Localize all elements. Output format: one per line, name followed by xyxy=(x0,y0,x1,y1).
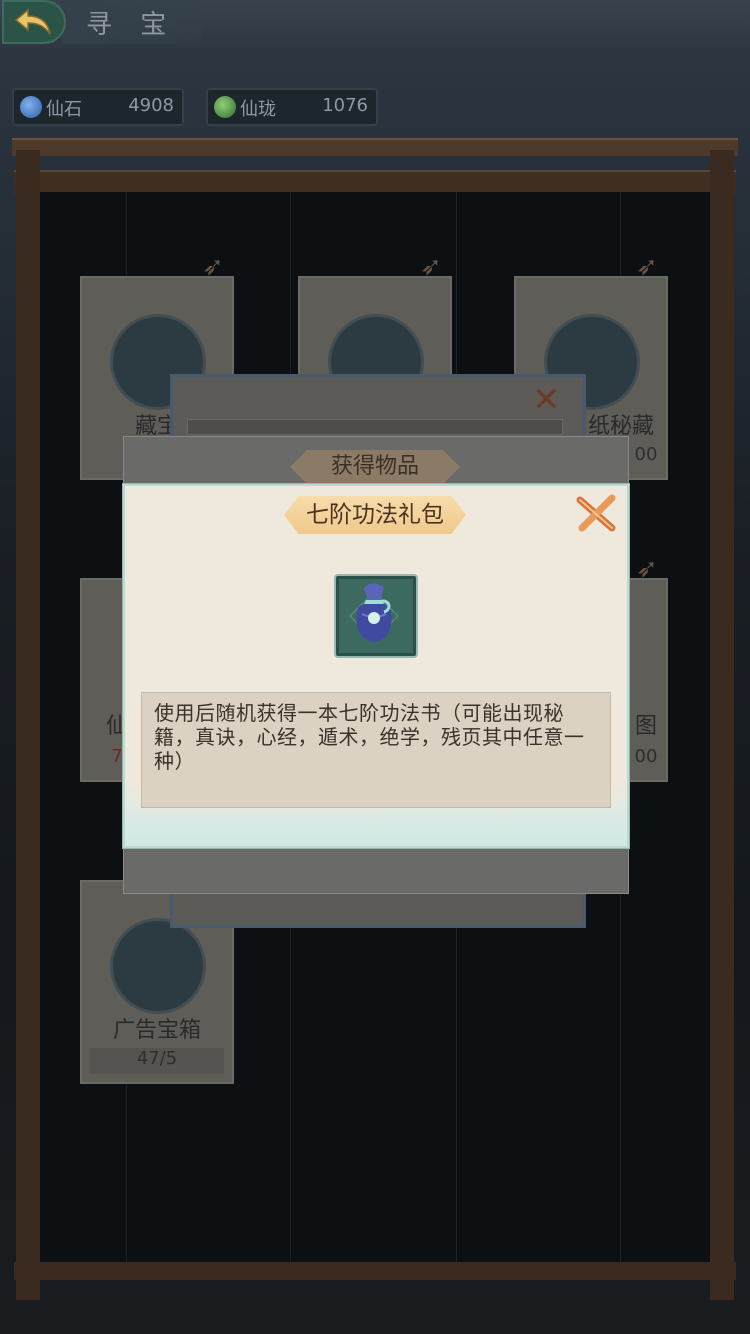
item-description-box: 使用后随机获得一本七阶功法书（可能出现秘籍，真诀，心经，遁术，绝学，残页其中任意… xyxy=(141,692,611,808)
currency-value: 1076 xyxy=(322,95,368,116)
close-icon[interactable]: ✕ xyxy=(532,380,561,420)
frame-beam xyxy=(14,170,736,194)
frame-post-right xyxy=(710,150,734,1300)
currency-value: 4908 xyxy=(128,95,174,116)
card-count: 00 xyxy=(634,746,658,767)
back-button[interactable] xyxy=(2,0,66,44)
currency-name: 仙石 xyxy=(46,99,82,120)
item-slot[interactable] xyxy=(334,574,418,658)
pin-icon: ➶ xyxy=(420,252,442,282)
page-title: 寻 宝 xyxy=(86,10,177,40)
item-name: 七阶功法礼包 xyxy=(284,496,466,534)
blue-pouch-icon xyxy=(348,583,400,642)
currency-xianlong: 仙珑 1076 xyxy=(206,88,378,126)
frame-bottom xyxy=(14,1262,736,1280)
card-count: 00 xyxy=(634,444,658,465)
item-description: 使用后随机获得一本七阶功法书（可能出现秘籍，真诀，心经，遁术，绝学，残页其中任意… xyxy=(154,701,585,773)
currency-xianshi: 仙石 4908 xyxy=(12,88,184,126)
popup-header: 获得物品 xyxy=(290,450,460,484)
card-label: 广告宝箱 xyxy=(112,1018,201,1043)
pin-icon: ➶ xyxy=(636,252,658,282)
card-label: 图 xyxy=(634,714,657,739)
back-arrow-icon xyxy=(14,8,51,35)
map-scroll-icon xyxy=(110,918,206,1014)
pin-icon: ➶ xyxy=(636,554,658,584)
pin-icon: ➶ xyxy=(202,252,224,282)
close-icon xyxy=(576,494,616,532)
card-count: 47/5 xyxy=(90,1048,224,1074)
frame-top xyxy=(12,138,738,156)
currency-name: 仙珑 xyxy=(240,99,276,120)
blue-gem-icon xyxy=(20,96,42,118)
frame-post-left xyxy=(16,150,40,1300)
close-button[interactable] xyxy=(574,494,618,534)
green-jade-icon xyxy=(214,96,236,118)
